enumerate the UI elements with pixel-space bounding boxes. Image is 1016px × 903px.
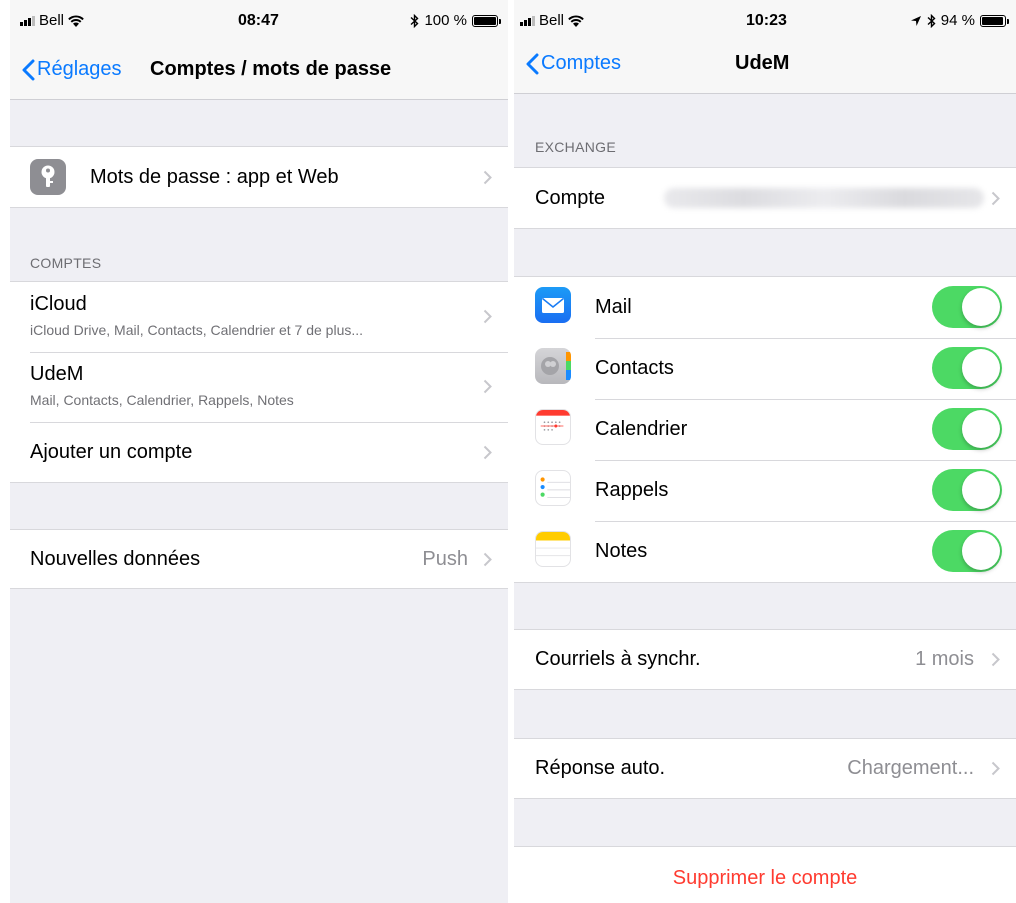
navigation-bar: Comptes UdeM bbox=[514, 40, 1016, 94]
account-text: UdeM Mail, Contacts, Calendrier, Rappels… bbox=[30, 363, 294, 408]
status-right: 94 % bbox=[910, 12, 1009, 29]
signal-icon bbox=[520, 15, 535, 26]
account-label: Compte bbox=[535, 186, 606, 209]
carrier: Bell bbox=[20, 12, 84, 29]
clock: 08:47 bbox=[238, 12, 279, 29]
fetch-value: Push bbox=[422, 547, 468, 570]
battery-percent: 94 % bbox=[940, 12, 975, 29]
add-account-label: Ajouter un compte bbox=[30, 440, 193, 463]
fetch-group: Nouvelles données Push bbox=[10, 529, 508, 589]
auto-reply-value: Chargement... bbox=[847, 757, 974, 779]
chevron-left-icon bbox=[22, 59, 35, 80]
sync-group: Courriels à synchr. 1 mois bbox=[514, 629, 1016, 690]
account-group: Compte bbox=[514, 167, 1016, 229]
passwords-group: Mots de passe : app et Web bbox=[10, 146, 508, 208]
passwords-row[interactable]: Mots de passe : app et Web bbox=[10, 147, 508, 207]
account-text: iCloud iCloud Drive, Mail, Contacts, Cal… bbox=[30, 293, 363, 338]
contacts-toggle[interactable] bbox=[932, 347, 1002, 389]
mail-days-to-sync-row[interactable]: Courriels à synchr. 1 mois bbox=[514, 630, 1016, 689]
carrier: Bell bbox=[520, 12, 584, 29]
accounts-passwords-screen: Bell 08:47 100 % Réglages Comptes / mots… bbox=[10, 0, 508, 903]
sync-value: 1 mois bbox=[915, 648, 974, 670]
account-subtitle: Mail, Contacts, Calendrier, Rappels, Not… bbox=[30, 392, 294, 408]
delete-account-label: Supprimer le compte bbox=[672, 866, 858, 889]
auto-reply-row[interactable]: Réponse auto. Chargement... bbox=[514, 739, 1016, 798]
service-row-mail: Mail bbox=[514, 277, 1016, 338]
service-label: Mail bbox=[595, 296, 632, 318]
notes-icon bbox=[535, 531, 571, 567]
key-icon bbox=[30, 159, 66, 195]
add-account-row[interactable]: Ajouter un compte bbox=[10, 422, 508, 482]
contacts-icon bbox=[535, 348, 571, 384]
chevron-right-icon bbox=[483, 445, 492, 460]
battery-icon bbox=[472, 14, 501, 27]
service-label: Contacts bbox=[595, 357, 674, 379]
account-title: iCloud bbox=[30, 293, 87, 315]
carrier-name: Bell bbox=[39, 12, 65, 29]
page-title: UdeM bbox=[735, 52, 790, 74]
service-label: Rappels bbox=[595, 479, 669, 501]
status-right: 100 % bbox=[410, 12, 501, 29]
location-icon bbox=[910, 15, 921, 26]
service-row-contacts: Contacts bbox=[514, 338, 1016, 399]
account-row[interactable]: Compte bbox=[514, 168, 1016, 228]
wifi-icon bbox=[568, 14, 584, 27]
chevron-right-icon bbox=[991, 761, 1000, 776]
passwords-label: Mots de passe : app et Web bbox=[90, 165, 339, 188]
services-group: Mail Contacts Calendrier Rappels Notes bbox=[514, 276, 1016, 583]
accounts-section-header: COMPTES bbox=[30, 255, 102, 271]
fetch-label: Nouvelles données bbox=[30, 547, 201, 570]
status-bar: Bell 10:23 94 % bbox=[514, 0, 1016, 40]
reminders-toggle[interactable] bbox=[932, 469, 1002, 511]
calendar-toggle[interactable] bbox=[932, 408, 1002, 450]
accounts-group: iCloud iCloud Drive, Mail, Contacts, Cal… bbox=[10, 281, 508, 483]
chevron-right-icon bbox=[991, 191, 1000, 206]
account-title: UdeM bbox=[30, 363, 84, 385]
mail-icon bbox=[535, 287, 571, 323]
account-row-icloud[interactable]: iCloud iCloud Drive, Mail, Contacts, Cal… bbox=[10, 282, 508, 352]
chevron-right-icon bbox=[483, 379, 492, 394]
bluetooth-icon bbox=[927, 13, 936, 28]
delete-group: Supprimer le compte bbox=[514, 846, 1016, 903]
back-button[interactable]: Comptes bbox=[526, 52, 621, 75]
carrier-name: Bell bbox=[539, 12, 565, 29]
auto-reply-label: Réponse auto. bbox=[535, 757, 666, 779]
back-label: Comptes bbox=[541, 52, 622, 74]
reminders-icon bbox=[535, 470, 571, 506]
fetch-new-data-row[interactable]: Nouvelles données Push bbox=[10, 530, 508, 588]
udem-account-screen: Bell 10:23 94 % Comptes UdeM EXCHANGE Co… bbox=[514, 0, 1016, 903]
clock: 10:23 bbox=[746, 12, 787, 29]
service-label: Calendrier bbox=[595, 418, 688, 440]
auto-reply-group: Réponse auto. Chargement... bbox=[514, 738, 1016, 799]
blurred-account-address bbox=[664, 188, 984, 208]
navigation-bar: Réglages Comptes / mots de passe bbox=[10, 40, 508, 100]
account-subtitle: iCloud Drive, Mail, Contacts, Calendrier… bbox=[30, 322, 364, 338]
notes-toggle[interactable] bbox=[932, 530, 1002, 572]
chevron-right-icon bbox=[483, 309, 492, 324]
battery-percent: 100 % bbox=[424, 12, 467, 29]
status-bar: Bell 08:47 100 % bbox=[10, 0, 508, 40]
chevron-left-icon bbox=[526, 53, 539, 74]
service-row-reminders: Rappels bbox=[514, 460, 1016, 521]
sync-label: Courriels à synchr. bbox=[535, 648, 701, 670]
service-row-calendar: Calendrier bbox=[514, 399, 1016, 460]
back-button[interactable]: Réglages bbox=[22, 58, 122, 81]
account-row-udem[interactable]: UdeM Mail, Contacts, Calendrier, Rappels… bbox=[10, 352, 508, 422]
exchange-section-header: EXCHANGE bbox=[535, 139, 616, 155]
calendar-icon bbox=[535, 409, 571, 445]
service-label: Notes bbox=[595, 540, 648, 562]
battery-icon bbox=[980, 14, 1009, 27]
service-row-notes: Notes bbox=[514, 521, 1016, 582]
signal-icon bbox=[20, 15, 35, 26]
chevron-right-icon bbox=[483, 170, 492, 185]
page-title: Comptes / mots de passe bbox=[150, 58, 392, 80]
chevron-right-icon bbox=[483, 552, 492, 567]
bluetooth-icon bbox=[410, 13, 419, 28]
mail-toggle[interactable] bbox=[932, 286, 1002, 328]
back-label: Réglages bbox=[37, 58, 122, 80]
delete-account-button[interactable]: Supprimer le compte bbox=[514, 847, 1016, 903]
chevron-right-icon bbox=[991, 652, 1000, 667]
wifi-icon bbox=[68, 14, 84, 27]
